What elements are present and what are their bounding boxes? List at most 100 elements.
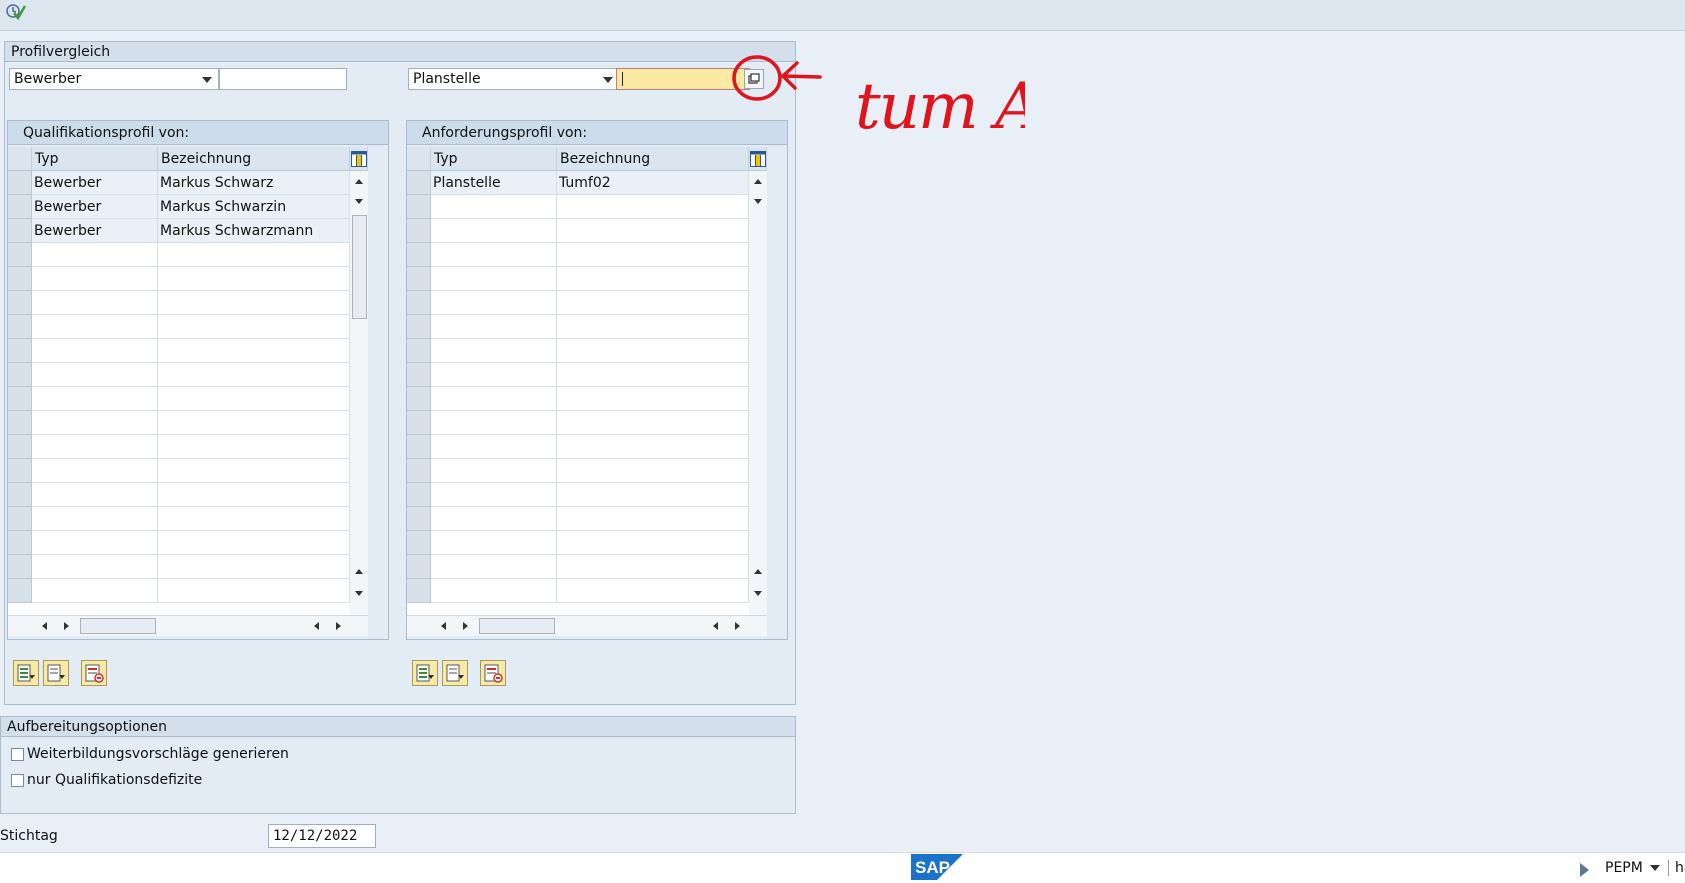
row-selector[interactable] <box>8 315 32 339</box>
cell-bezeichnung[interactable]: Markus Schwarzin <box>158 195 350 219</box>
row-selector[interactable] <box>407 555 431 579</box>
cell-bezeichnung[interactable] <box>158 339 350 363</box>
cell-bezeichnung[interactable] <box>158 291 350 315</box>
cell-typ[interactable] <box>32 243 158 267</box>
cell-bezeichnung[interactable] <box>158 435 350 459</box>
cell-bezeichnung[interactable] <box>557 411 749 435</box>
horizontal-scrollbar-thumb[interactable] <box>479 618 555 634</box>
horizontal-scrollbar[interactable] <box>8 615 368 636</box>
cell-typ[interactable] <box>32 267 158 291</box>
cell-bezeichnung[interactable] <box>557 531 749 555</box>
cell-typ[interactable] <box>431 315 557 339</box>
row-selector[interactable] <box>8 363 32 387</box>
cell-typ[interactable]: Bewerber <box>32 219 158 243</box>
cell-bezeichnung[interactable] <box>557 387 749 411</box>
scroll-page-down-icon[interactable] <box>355 591 363 596</box>
cell-bezeichnung[interactable] <box>158 483 350 507</box>
cell-typ[interactable] <box>431 243 557 267</box>
cell-typ[interactable] <box>431 339 557 363</box>
insert-row-button[interactable] <box>412 660 438 686</box>
cell-typ[interactable]: Bewerber <box>32 171 158 195</box>
column-header-typ[interactable]: Typ <box>32 147 158 171</box>
row-selector[interactable] <box>8 339 32 363</box>
row-selector[interactable] <box>407 411 431 435</box>
row-selector[interactable] <box>8 435 32 459</box>
column-header-bezeichnung[interactable]: Bezeichnung <box>158 147 350 171</box>
cell-bezeichnung[interactable] <box>557 291 749 315</box>
cell-bezeichnung[interactable] <box>158 579 350 603</box>
cell-bezeichnung[interactable] <box>557 219 749 243</box>
cell-typ[interactable] <box>32 411 158 435</box>
scroll-down-icon[interactable] <box>754 199 762 204</box>
left-type-dropdown[interactable]: Bewerber <box>9 68 219 90</box>
cell-typ[interactable] <box>32 483 158 507</box>
cell-typ[interactable] <box>431 531 557 555</box>
right-type-dropdown[interactable]: Planstelle <box>408 68 620 90</box>
row-selector[interactable] <box>8 459 32 483</box>
cell-bezeichnung[interactable] <box>557 195 749 219</box>
cell-bezeichnung[interactable] <box>557 243 749 267</box>
cell-bezeichnung[interactable] <box>557 579 749 603</box>
cell-typ[interactable] <box>32 291 158 315</box>
cell-typ[interactable] <box>431 483 557 507</box>
scroll-up-icon[interactable] <box>754 179 762 184</box>
key-date-input[interactable]: 12/12/2022 <box>268 824 376 848</box>
scroll-far-left-icon[interactable] <box>314 622 319 630</box>
cell-typ[interactable] <box>32 363 158 387</box>
horizontal-scrollbar-thumb[interactable] <box>80 618 156 634</box>
row-selector[interactable] <box>8 579 32 603</box>
cell-typ[interactable] <box>431 219 557 243</box>
cell-typ[interactable] <box>32 555 158 579</box>
cell-typ[interactable] <box>32 387 158 411</box>
cell-bezeichnung[interactable] <box>158 459 350 483</box>
cell-typ[interactable]: Bewerber <box>32 195 158 219</box>
cell-bezeichnung[interactable]: Markus Schwarz <box>158 171 350 195</box>
row-selector[interactable] <box>407 483 431 507</box>
column-header-bezeichnung[interactable]: Bezeichnung <box>557 147 749 171</box>
cell-bezeichnung[interactable] <box>557 483 749 507</box>
cell-typ[interactable] <box>32 435 158 459</box>
row-selector[interactable] <box>407 219 431 243</box>
scroll-far-left-icon[interactable] <box>713 622 718 630</box>
row-selector[interactable] <box>8 171 32 195</box>
cell-typ[interactable] <box>431 507 557 531</box>
scroll-right-icon[interactable] <box>463 622 468 630</box>
row-selector[interactable] <box>407 363 431 387</box>
system-dropdown-icon[interactable] <box>1650 865 1660 871</box>
execute-icon[interactable] <box>4 0 26 22</box>
row-selector[interactable] <box>407 435 431 459</box>
row-selector[interactable] <box>407 267 431 291</box>
cell-bezeichnung[interactable] <box>158 507 350 531</box>
left-object-input[interactable] <box>219 68 347 90</box>
row-selector[interactable] <box>8 291 32 315</box>
row-selector[interactable] <box>407 291 431 315</box>
cell-typ[interactable] <box>431 555 557 579</box>
row-selector-header[interactable] <box>8 147 32 171</box>
scroll-page-down-icon[interactable] <box>754 591 762 596</box>
cell-bezeichnung[interactable] <box>557 459 749 483</box>
cell-bezeichnung[interactable] <box>557 267 749 291</box>
status-expand-icon[interactable] <box>1580 863 1589 877</box>
cell-bezeichnung[interactable] <box>158 387 350 411</box>
scroll-page-up-icon[interactable] <box>754 569 762 574</box>
cell-bezeichnung[interactable] <box>158 267 350 291</box>
vertical-scrollbar[interactable] <box>749 171 767 615</box>
cell-bezeichnung[interactable] <box>158 243 350 267</box>
cell-typ[interactable] <box>431 291 557 315</box>
cell-bezeichnung[interactable]: Tumf02 <box>557 171 749 195</box>
row-selector[interactable] <box>407 579 431 603</box>
cell-bezeichnung[interactable] <box>158 363 350 387</box>
row-selector[interactable] <box>8 387 32 411</box>
row-selector[interactable] <box>407 339 431 363</box>
training-proposals-checkbox[interactable] <box>11 748 24 761</box>
horizontal-scrollbar[interactable] <box>407 615 767 636</box>
scroll-far-right-icon[interactable] <box>336 622 341 630</box>
scroll-page-up-icon[interactable] <box>355 569 363 574</box>
row-selector[interactable] <box>407 387 431 411</box>
row-selector[interactable] <box>8 483 32 507</box>
scroll-left-icon[interactable] <box>441 622 446 630</box>
append-row-button[interactable] <box>43 660 69 686</box>
cell-typ[interactable] <box>431 579 557 603</box>
row-selector[interactable] <box>407 531 431 555</box>
scroll-right-icon[interactable] <box>64 622 69 630</box>
